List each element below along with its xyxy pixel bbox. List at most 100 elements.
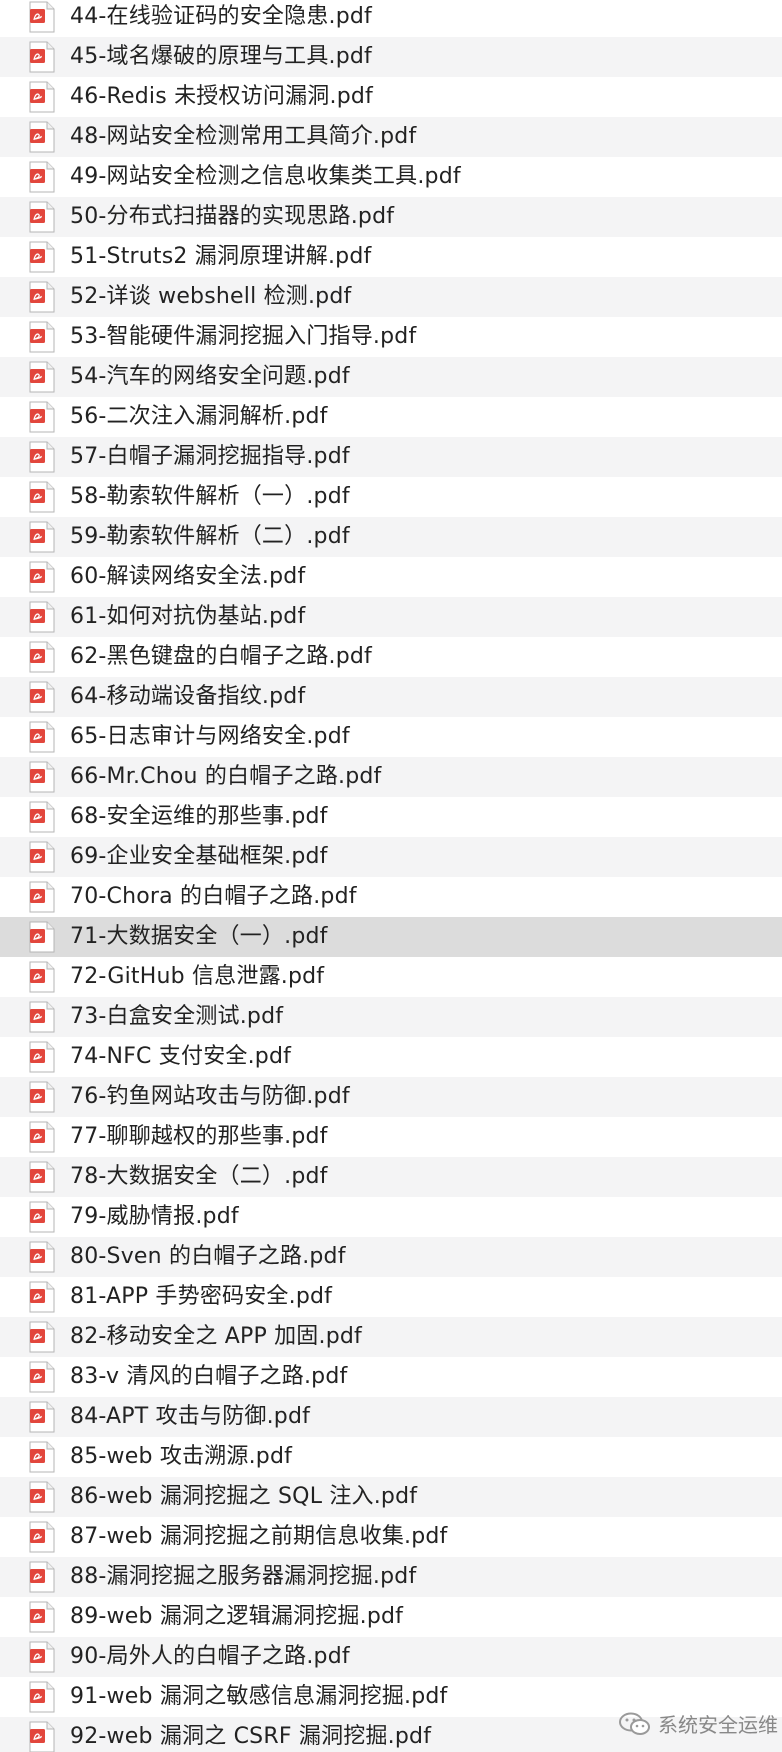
file-row[interactable]: 89-web 漏洞之逻辑漏洞挖掘.pdf	[0, 1597, 782, 1637]
file-name: 77-聊聊越权的那些事.pdf	[70, 1124, 328, 1149]
file-name: 82-移动安全之 APP 加固.pdf	[70, 1324, 362, 1349]
pdf-file-icon	[29, 1161, 55, 1193]
file-row[interactable]: 88-漏洞挖掘之服务器漏洞挖掘.pdf	[0, 1557, 782, 1597]
file-row[interactable]: 86-web 漏洞挖掘之 SQL 注入.pdf	[0, 1477, 782, 1517]
file-name: 81-APP 手势密码安全.pdf	[70, 1284, 333, 1309]
watermark: 系统安全运维	[618, 1709, 778, 1738]
file-row[interactable]: 54-汽车的网络安全问题.pdf	[0, 357, 782, 397]
file-row[interactable]: 87-web 漏洞挖掘之前期信息收集.pdf	[0, 1517, 782, 1557]
file-row[interactable]: 61-如何对抗伪基站.pdf	[0, 597, 782, 637]
watermark-text: 系统安全运维	[658, 1713, 778, 1737]
file-row[interactable]: 60-解读网络安全法.pdf	[0, 557, 782, 597]
file-row[interactable]: 44-在线验证码的安全隐患.pdf	[0, 0, 782, 37]
pdf-file-icon	[29, 1, 55, 33]
file-name: 73-白盒安全测试.pdf	[70, 1004, 284, 1029]
pdf-file-icon	[29, 441, 55, 473]
file-name: 74-NFC 支付安全.pdf	[70, 1044, 292, 1069]
file-row[interactable]: 59-勒索软件解析（二）.pdf	[0, 517, 782, 557]
pdf-file-icon	[29, 1521, 55, 1553]
file-row[interactable]: 73-白盒安全测试.pdf	[0, 997, 782, 1037]
file-name: 80-Sven 的白帽子之路.pdf	[70, 1244, 346, 1269]
file-row[interactable]: 56-二次注入漏洞解析.pdf	[0, 397, 782, 437]
file-name: 92-web 漏洞之 CSRF 漏洞挖掘.pdf	[70, 1724, 432, 1749]
file-row[interactable]: 49-网站安全检测之信息收集类工具.pdf	[0, 157, 782, 197]
pdf-file-icon	[29, 1561, 55, 1593]
file-row[interactable]: 45-域名爆破的原理与工具.pdf	[0, 37, 782, 77]
file-row[interactable]: 76-钓鱼网站攻击与防御.pdf	[0, 1077, 782, 1117]
pdf-file-icon	[29, 841, 55, 873]
pdf-file-icon	[29, 201, 55, 233]
file-row[interactable]: 85-web 攻击溯源.pdf	[0, 1437, 782, 1477]
pdf-file-icon	[29, 161, 55, 193]
file-row[interactable]: 82-移动安全之 APP 加固.pdf	[0, 1317, 782, 1357]
file-row[interactable]: 62-黑色键盘的白帽子之路.pdf	[0, 637, 782, 677]
file-row[interactable]: 78-大数据安全（二）.pdf	[0, 1157, 782, 1197]
file-row[interactable]: 72-GitHub 信息泄露.pdf	[0, 957, 782, 997]
file-row[interactable]: 53-智能硬件漏洞挖掘入门指导.pdf	[0, 317, 782, 357]
pdf-file-icon	[29, 1601, 55, 1633]
file-row[interactable]: 68-安全运维的那些事.pdf	[0, 797, 782, 837]
file-name: 89-web 漏洞之逻辑漏洞挖掘.pdf	[70, 1604, 404, 1629]
file-row[interactable]: 58-勒索软件解析（一）.pdf	[0, 477, 782, 517]
pdf-file-icon	[29, 1321, 55, 1353]
pdf-file-icon	[29, 1481, 55, 1513]
file-name: 44-在线验证码的安全隐患.pdf	[70, 4, 373, 29]
pdf-file-icon	[29, 281, 55, 313]
file-name: 79-威胁情报.pdf	[70, 1204, 239, 1229]
file-row[interactable]: 64-移动端设备指纹.pdf	[0, 677, 782, 717]
pdf-file-icon	[29, 1641, 55, 1673]
pdf-file-icon	[29, 1401, 55, 1433]
file-name: 91-web 漏洞之敏感信息漏洞挖掘.pdf	[70, 1684, 448, 1709]
file-name: 68-安全运维的那些事.pdf	[70, 804, 328, 829]
pdf-file-icon	[29, 521, 55, 553]
pdf-file-icon	[29, 361, 55, 393]
file-row[interactable]: 74-NFC 支付安全.pdf	[0, 1037, 782, 1077]
file-row[interactable]: 52-详谈 webshell 检测.pdf	[0, 277, 782, 317]
pdf-file-icon	[29, 601, 55, 633]
file-row[interactable]: 50-分布式扫描器的实现思路.pdf	[0, 197, 782, 237]
file-name: 60-解读网络安全法.pdf	[70, 564, 306, 589]
file-name: 59-勒索软件解析（二）.pdf	[70, 524, 350, 549]
pdf-file-icon	[29, 1041, 55, 1073]
file-name: 49-网站安全检测之信息收集类工具.pdf	[70, 164, 461, 189]
pdf-file-icon	[29, 921, 55, 953]
file-row[interactable]: 77-聊聊越权的那些事.pdf	[0, 1117, 782, 1157]
pdf-file-icon	[29, 81, 55, 113]
file-name: 62-黑色键盘的白帽子之路.pdf	[70, 644, 373, 669]
pdf-file-icon	[29, 321, 55, 353]
file-row[interactable]: 83-v 清风的白帽子之路.pdf	[0, 1357, 782, 1397]
file-row[interactable]: 71-大数据安全（一）.pdf	[0, 917, 782, 957]
file-name: 72-GitHub 信息泄露.pdf	[70, 964, 325, 989]
file-name: 66-Mr.Chou 的白帽子之路.pdf	[70, 764, 382, 789]
pdf-file-icon	[29, 561, 55, 593]
pdf-file-icon	[29, 1001, 55, 1033]
file-row[interactable]: 69-企业安全基础框架.pdf	[0, 837, 782, 877]
file-name: 54-汽车的网络安全问题.pdf	[70, 364, 350, 389]
file-name: 46-Redis 未授权访问漏洞.pdf	[70, 84, 373, 109]
file-row[interactable]: 46-Redis 未授权访问漏洞.pdf	[0, 77, 782, 117]
pdf-file-icon	[29, 1241, 55, 1273]
file-name: 61-如何对抗伪基站.pdf	[70, 604, 306, 629]
pdf-file-icon	[29, 121, 55, 153]
file-name: 76-钓鱼网站攻击与防御.pdf	[70, 1084, 350, 1109]
file-row[interactable]: 80-Sven 的白帽子之路.pdf	[0, 1237, 782, 1277]
file-list: 44-在线验证码的安全隐患.pdf 45-域名爆破的原理与工具.pdf 46-Red…	[0, 0, 782, 1752]
file-name: 85-web 攻击溯源.pdf	[70, 1444, 293, 1469]
file-row[interactable]: 90-局外人的白帽子之路.pdf	[0, 1637, 782, 1677]
pdf-file-icon	[29, 241, 55, 273]
file-row[interactable]: 65-日志审计与网络安全.pdf	[0, 717, 782, 757]
file-row[interactable]: 79-威胁情报.pdf	[0, 1197, 782, 1237]
pdf-file-icon	[29, 961, 55, 993]
file-row[interactable]: 57-白帽子漏洞挖掘指导.pdf	[0, 437, 782, 477]
pdf-file-icon	[29, 881, 55, 913]
file-name: 64-移动端设备指纹.pdf	[70, 684, 306, 709]
file-row[interactable]: 70-Chora 的白帽子之路.pdf	[0, 877, 782, 917]
pdf-file-icon	[29, 641, 55, 673]
pdf-file-icon	[29, 721, 55, 753]
file-row[interactable]: 84-APT 攻击与防御.pdf	[0, 1397, 782, 1437]
file-row[interactable]: 81-APP 手势密码安全.pdf	[0, 1277, 782, 1317]
file-row[interactable]: 48-网站安全检测常用工具简介.pdf	[0, 117, 782, 157]
file-row[interactable]: 66-Mr.Chou 的白帽子之路.pdf	[0, 757, 782, 797]
pdf-file-icon	[29, 1441, 55, 1473]
file-row[interactable]: 51-Struts2 漏洞原理讲解.pdf	[0, 237, 782, 277]
